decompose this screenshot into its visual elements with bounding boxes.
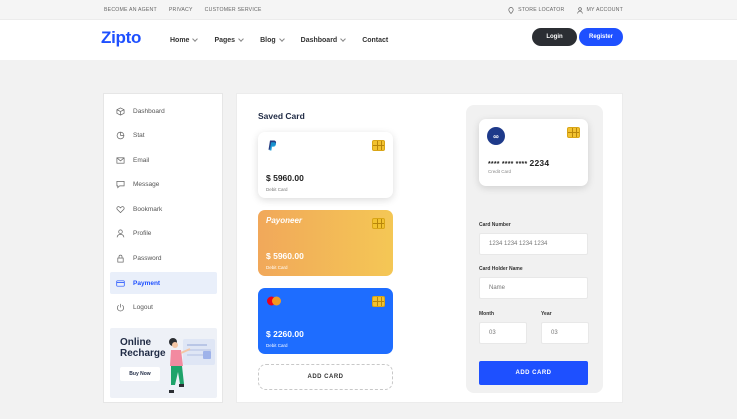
- card-amount: $ 2260.00: [266, 329, 304, 339]
- sidebar-item-stat[interactable]: Stat: [110, 124, 217, 146]
- payment-panel: Saved Card $ 5960.00 Debit Card Payoneer…: [236, 93, 623, 403]
- site-header: Zipto Home Pages Blog Dashboard Contact …: [0, 20, 737, 60]
- store-locator-label: STORE LOCATOR: [518, 7, 565, 13]
- top-links-right: STORE LOCATOR MY ACCOUNT: [508, 0, 623, 20]
- saved-card-payoneer[interactable]: Payoneer $ 5960.00 Debit Card: [258, 210, 393, 276]
- payoneer-logo-icon: Payoneer: [266, 216, 303, 225]
- my-account-link[interactable]: MY ACCOUNT: [576, 6, 624, 14]
- sidebar-item-label: Password: [133, 254, 162, 262]
- power-icon: [116, 303, 125, 312]
- top-links-left: BECOME AN AGENT PRIVACY CUSTOMER SERVICE: [104, 0, 262, 20]
- person-illustration: [169, 338, 215, 393]
- register-button[interactable]: Register: [579, 28, 623, 46]
- my-account-label: MY ACCOUNT: [586, 7, 623, 13]
- nav-home-label: Home: [170, 36, 190, 44]
- nav-contact[interactable]: Contact: [362, 37, 388, 44]
- card-chip-icon: [372, 140, 385, 151]
- envelope-icon: [116, 156, 125, 165]
- paypal-logo-icon: [268, 140, 277, 151]
- masked-digits: **** **** ****: [488, 161, 528, 168]
- become-agent-link[interactable]: BECOME AN AGENT: [104, 7, 157, 13]
- sidebar-item-dashboard[interactable]: Dashboard: [110, 100, 217, 122]
- nav-contact-label: Contact: [362, 36, 389, 44]
- add-card-outline-button[interactable]: ADD CARD: [258, 364, 393, 390]
- location-pin-icon: [508, 6, 514, 14]
- dashboard-sidebar: Dashboard Stat Email Message Bookmark Pr…: [103, 93, 223, 403]
- card-amount: $ 5960.00: [266, 173, 304, 183]
- card-chip-icon: [372, 296, 385, 307]
- sidebar-item-logout[interactable]: Logout: [110, 296, 217, 318]
- nav-blog-label: Blog: [260, 36, 276, 44]
- card-number-field[interactable]: 1234 1234 1234 1234: [479, 233, 588, 255]
- login-button[interactable]: Login: [532, 28, 577, 46]
- add-card-submit-button[interactable]: ADD CARD: [479, 361, 588, 385]
- sidebar-item-label: Email: [133, 156, 150, 164]
- card-type: Debit Card: [266, 187, 288, 192]
- sidebar-item-label: Profile: [133, 229, 152, 237]
- buy-now-button[interactable]: Buy Now: [120, 367, 160, 381]
- user-icon: [116, 229, 125, 238]
- nav-pages[interactable]: Pages: [214, 36, 244, 44]
- cube-icon: [116, 106, 125, 116]
- online-recharge-promo: Online Recharge Buy Now: [110, 328, 217, 398]
- infinity-logo-icon: ∞: [487, 127, 505, 145]
- sidebar-item-message[interactable]: Message: [110, 173, 217, 195]
- card-type: Debit Card: [266, 265, 288, 270]
- main-nav: Home Pages Blog Dashboard Contact: [170, 20, 388, 60]
- chevron-down-icon: [192, 36, 199, 42]
- card-chip-icon: [372, 218, 385, 229]
- lock-icon: [116, 254, 125, 263]
- preview-card-number: **** **** **** 2234: [488, 158, 549, 168]
- sidebar-item-label: Dashboard: [133, 107, 165, 115]
- sidebar-item-label: Message: [133, 180, 160, 188]
- sidebar-item-label: Stat: [133, 131, 145, 139]
- chevron-down-icon: [278, 36, 285, 42]
- card-holder-field[interactable]: Name: [479, 277, 588, 299]
- card-preview: ∞ **** **** **** 2234 Credit Card: [479, 119, 588, 186]
- add-card-form: ∞ **** **** **** 2234 Credit Card Card N…: [466, 105, 603, 393]
- month-label: Month: [479, 311, 494, 317]
- customer-service-link[interactable]: CUSTOMER SERVICE: [205, 7, 262, 13]
- logo[interactable]: Zipto: [101, 28, 141, 48]
- card-holder-label: Card Holder Name: [479, 266, 523, 272]
- nav-blog[interactable]: Blog: [260, 36, 285, 44]
- chevron-down-icon: [238, 36, 244, 42]
- chat-icon: [116, 180, 125, 189]
- card-amount: $ 5960.00: [266, 251, 304, 261]
- nav-home[interactable]: Home: [170, 36, 199, 44]
- month-field[interactable]: 03: [479, 322, 527, 344]
- sidebar-item-bookmark[interactable]: Bookmark: [110, 198, 217, 220]
- top-utility-bar: BECOME AN AGENT PRIVACY CUSTOMER SERVICE…: [0, 0, 737, 20]
- chevron-down-icon: [340, 36, 347, 42]
- mastercard-logo-icon: [267, 296, 281, 306]
- sidebar-item-password[interactable]: Password: [110, 247, 217, 269]
- sidebar-item-label: Logout: [133, 303, 153, 311]
- credit-card-icon: [116, 279, 125, 288]
- sidebar-item-label: Payment: [133, 279, 161, 287]
- last-four-digits: 2234: [529, 158, 550, 168]
- saved-card-paypal[interactable]: $ 5960.00 Debit Card: [258, 132, 393, 198]
- saved-card-mastercard[interactable]: $ 2260.00 Debit Card: [258, 288, 393, 354]
- pie-chart-icon: [116, 131, 125, 140]
- sidebar-item-profile[interactable]: Profile: [110, 222, 217, 244]
- user-icon: [576, 6, 583, 14]
- sidebar-item-email[interactable]: Email: [110, 149, 217, 171]
- card-chip-icon: [567, 127, 580, 138]
- sidebar-item-payment[interactable]: Payment: [110, 272, 217, 294]
- nav-dashboard[interactable]: Dashboard: [300, 36, 347, 44]
- store-locator-link[interactable]: STORE LOCATOR: [508, 6, 565, 14]
- year-label: Year: [541, 311, 552, 317]
- card-type: Debit Card: [266, 343, 288, 348]
- nav-pages-label: Pages: [214, 36, 236, 44]
- saved-card-title: Saved Card: [258, 111, 305, 121]
- card-number-label: Card Number: [479, 222, 511, 228]
- privacy-link[interactable]: PRIVACY: [169, 7, 193, 13]
- sidebar-item-label: Bookmark: [133, 205, 163, 213]
- year-field[interactable]: 03: [541, 322, 589, 344]
- nav-dashboard-label: Dashboard: [300, 36, 338, 44]
- heart-icon: [116, 205, 125, 214]
- preview-card-type: Credit Card: [488, 169, 512, 174]
